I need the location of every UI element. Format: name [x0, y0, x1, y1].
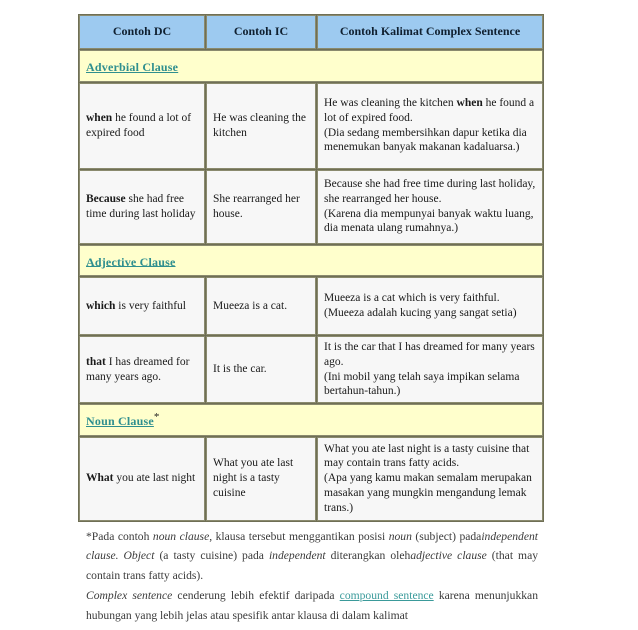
cell-independent-clause: Mueeza is a cat.	[206, 277, 316, 336]
compound-sentence-link[interactable]: compound sentence	[340, 589, 434, 602]
sentence-pre: Because she had free time during last ho…	[324, 178, 536, 205]
keyword: Because	[86, 192, 126, 205]
footnote-text: (a tasty cuisine) pada	[154, 549, 269, 563]
complex-sentence-english: Because she had free time during last ho…	[324, 177, 536, 206]
footnote-emphasis: independent	[268, 549, 326, 563]
column-header-ic: Contoh IC	[206, 15, 316, 49]
section-star: *	[153, 410, 160, 423]
footnote-emphasis: Complex sentence	[86, 589, 173, 603]
section-row-adjective: Adjective Clause	[79, 244, 543, 277]
complex-sentence-english: Mueeza is a cat which is very faithful.	[324, 291, 536, 306]
footnote-text: *Pada contoh	[86, 530, 153, 543]
complex-sentence-table: Contoh DC Contoh IC Contoh Kalimat Compl…	[78, 14, 544, 522]
footnote-text: (subject) pada	[411, 530, 482, 543]
footnote-paragraph-1: *Pada contoh noun clause, klausa tersebu…	[86, 527, 538, 585]
table-row: that I has dreamed for many years ago. I…	[79, 336, 543, 403]
keyword: when	[86, 111, 113, 124]
footnotes: *Pada contoh noun clause, klausa tersebu…	[86, 527, 538, 626]
table-header-row: Contoh DC Contoh IC Contoh Kalimat Compl…	[79, 15, 543, 49]
cell-independent-clause: She rearranged her house.	[206, 169, 316, 244]
footnote-paragraph-2: Complex sentence cenderung lebih efektif…	[86, 586, 538, 625]
keyword: that	[86, 355, 106, 368]
cell-complex-sentence: Because she had free time during last ho…	[317, 169, 543, 244]
complex-sentence-english: It is the car that I has dreamed for man…	[324, 340, 536, 369]
grammar-sheet: Contoh DC Contoh IC Contoh Kalimat Compl…	[78, 14, 544, 522]
cell-complex-sentence: It is the car that I has dreamed for man…	[317, 336, 543, 403]
cell-text: you ate last night	[113, 472, 196, 485]
cell-text: is very faithful	[115, 299, 186, 312]
footnote-text: cenderung lebih efektif daripada	[172, 589, 340, 603]
section-row-noun: Noun Clause*	[79, 403, 543, 436]
cell-dependent-clause: when he found a lot of expired food	[79, 82, 205, 169]
complex-sentence-translation: (Apa yang kamu makan semalam merupakan m…	[324, 472, 532, 514]
section-cell: Adjective Clause	[79, 244, 543, 277]
section-link-noun-clause[interactable]: Noun Clause	[86, 414, 154, 428]
complex-sentence-english: He was cleaning the kitchen when he foun…	[324, 96, 536, 125]
complex-sentence-translation: (Dia sedang membersihkan dapur ketika di…	[324, 126, 527, 154]
section-link-adjective-clause[interactable]: Adjective Clause	[86, 254, 176, 268]
sentence-pre: It is the car that I has dreamed for man…	[324, 341, 535, 368]
complex-sentence-translation: (Ini mobil yang telah saya impikan selam…	[324, 370, 520, 398]
table-row: Because she had free time during last ho…	[79, 169, 543, 244]
cell-independent-clause: It is the car.	[206, 336, 316, 403]
complex-sentence-english: What you ate last night is a tasty cuisi…	[324, 442, 536, 471]
column-header-complex: Contoh Kalimat Complex Sentence	[317, 15, 543, 49]
sentence-keyword: when	[456, 97, 483, 110]
footnote-emphasis: noun	[388, 530, 412, 543]
footnote-emphasis: noun clause	[152, 530, 210, 543]
sentence-pre: What you ate last night is a tasty cuisi…	[324, 442, 530, 470]
cell-independent-clause: He was cleaning the kitchen	[206, 82, 316, 169]
cell-dependent-clause: Because she had free time during last ho…	[79, 169, 205, 244]
table-row: What you ate last night What you ate las…	[79, 436, 543, 521]
complex-sentence-translation: (Mueeza adalah kucing yang sangat setia)	[324, 307, 517, 320]
section-cell: Adverbial Clause	[79, 50, 543, 82]
cell-complex-sentence: Mueeza is a cat which is very faithful. …	[317, 277, 543, 336]
table-row: which is very faithful Mueeza is a cat. …	[79, 277, 543, 336]
keyword: which	[86, 299, 116, 312]
keyword: What	[86, 472, 114, 485]
footnote-emphasis: adjective clause	[410, 549, 487, 563]
section-link-adverbial-clause[interactable]: Adverbial Clause	[86, 60, 178, 74]
column-header-dc: Contoh DC	[79, 15, 205, 49]
table-row: when he found a lot of expired food He w…	[79, 82, 543, 169]
section-row-adverbial: Adverbial Clause	[79, 50, 543, 82]
footnote-text: , klausa tersebut menggantikan posisi	[209, 530, 389, 543]
cell-dependent-clause: that I has dreamed for many years ago.	[79, 336, 205, 403]
sentence-pre: Mueeza is a cat which is very faithful.	[324, 292, 500, 305]
cell-complex-sentence: What you ate last night is a tasty cuisi…	[317, 436, 543, 521]
section-cell: Noun Clause*	[79, 403, 543, 436]
cell-independent-clause: What you ate last night is a tasty cuisi…	[206, 436, 316, 521]
cell-complex-sentence: He was cleaning the kitchen when he foun…	[317, 82, 543, 169]
complex-sentence-translation: (Karena dia mempunyai banyak waktu luang…	[324, 207, 534, 235]
cell-dependent-clause: What you ate last night	[79, 436, 205, 521]
footnote-text: diterangkan oleh	[325, 549, 411, 563]
page-root: Contoh DC Contoh IC Contoh Kalimat Compl…	[0, 0, 638, 630]
sentence-pre: He was cleaning the kitchen	[324, 97, 457, 110]
cell-dependent-clause: which is very faithful	[79, 277, 205, 336]
